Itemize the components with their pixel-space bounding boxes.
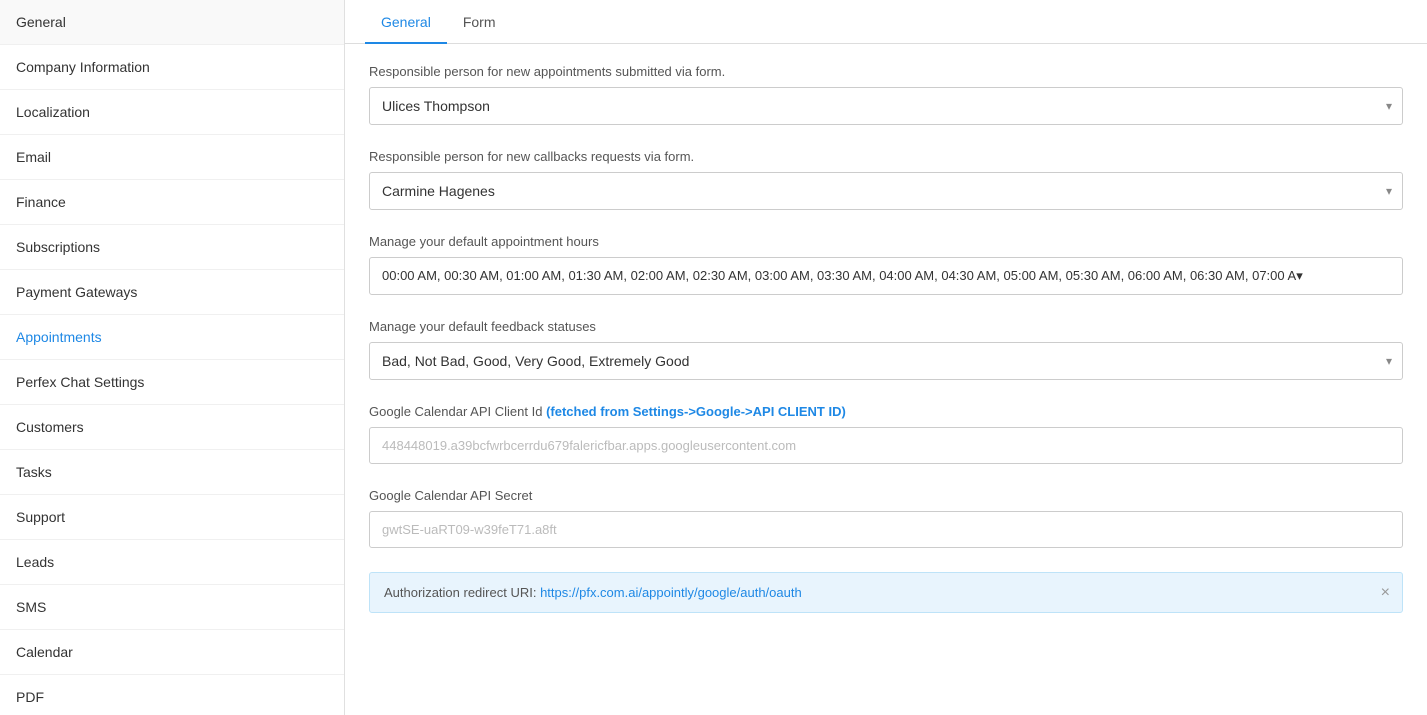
content-area: Responsible person for new appointments …: [345, 44, 1427, 633]
feedback-statuses-select[interactable]: Bad, Not Bad, Good, Very Good, Extremely…: [370, 343, 1402, 379]
sidebar-item-support[interactable]: Support: [0, 495, 344, 540]
google-secret-group: Google Calendar API Secret: [369, 488, 1403, 548]
callbacks-responsible-select[interactable]: Carmine Hagenes: [370, 173, 1402, 209]
sidebar-item-finance[interactable]: Finance: [0, 180, 344, 225]
feedback-statuses-group: Manage your default feedback statuses Ba…: [369, 319, 1403, 380]
sidebar-item-email[interactable]: Email: [0, 135, 344, 180]
main-content: GeneralForm Responsible person for new a…: [345, 0, 1427, 715]
sidebar-item-company-information[interactable]: Company Information: [0, 45, 344, 90]
appointments-responsible-select-wrapper[interactable]: Ulices Thompson ▾: [369, 87, 1403, 125]
appointments-responsible-label: Responsible person for new appointments …: [369, 64, 1403, 79]
callbacks-responsible-select-wrapper[interactable]: Carmine Hagenes ▾: [369, 172, 1403, 210]
appointment-hours-value: 00:00 AM, 00:30 AM, 01:00 AM, 01:30 AM, …: [382, 268, 1303, 283]
sidebar-item-localization[interactable]: Localization: [0, 90, 344, 135]
appointment-hours-label: Manage your default appointment hours: [369, 234, 1403, 249]
tabs-bar: GeneralForm: [345, 0, 1427, 44]
sidebar-item-payment-gateways[interactable]: Payment Gateways: [0, 270, 344, 315]
auth-redirect-label: Authorization redirect URI:: [384, 585, 540, 600]
sidebar-item-calendar[interactable]: Calendar: [0, 630, 344, 675]
sidebar-item-subscriptions[interactable]: Subscriptions: [0, 225, 344, 270]
google-client-id-input[interactable]: [369, 427, 1403, 464]
google-client-id-group: Google Calendar API Client Id (fetched f…: [369, 404, 1403, 464]
appointment-hours-multiselect[interactable]: 00:00 AM, 00:30 AM, 01:00 AM, 01:30 AM, …: [369, 257, 1403, 295]
google-secret-input[interactable]: [369, 511, 1403, 548]
appointments-responsible-select[interactable]: Ulices Thompson: [370, 88, 1402, 124]
google-client-id-label-prefix: Google Calendar API Client Id: [369, 404, 546, 419]
feedback-statuses-select-wrapper[interactable]: Bad, Not Bad, Good, Very Good, Extremely…: [369, 342, 1403, 380]
callbacks-responsible-group: Responsible person for new callbacks req…: [369, 149, 1403, 210]
sidebar-item-customers[interactable]: Customers: [0, 405, 344, 450]
sidebar-item-leads[interactable]: Leads: [0, 540, 344, 585]
google-secret-label: Google Calendar API Secret: [369, 488, 1403, 503]
google-client-id-label-bold: (fetched from Settings->Google->API CLIE…: [546, 404, 846, 419]
appointment-hours-group: Manage your default appointment hours 00…: [369, 234, 1403, 295]
sidebar-item-sms[interactable]: SMS: [0, 585, 344, 630]
sidebar: GeneralCompany InformationLocalizationEm…: [0, 0, 345, 715]
google-client-id-label: Google Calendar API Client Id (fetched f…: [369, 404, 1403, 419]
sidebar-item-appointments[interactable]: Appointments: [0, 315, 344, 360]
sidebar-item-general[interactable]: General: [0, 0, 344, 45]
auth-redirect-box: Authorization redirect URI: https://pfx.…: [369, 572, 1403, 613]
tab-form[interactable]: Form: [447, 0, 512, 44]
sidebar-item-tasks[interactable]: Tasks: [0, 450, 344, 495]
tab-general[interactable]: General: [365, 0, 447, 44]
auth-redirect-url[interactable]: https://pfx.com.ai/appointly/google/auth…: [540, 585, 802, 600]
sidebar-item-perfex-chat-settings[interactable]: Perfex Chat Settings: [0, 360, 344, 405]
callbacks-responsible-label: Responsible person for new callbacks req…: [369, 149, 1403, 164]
feedback-statuses-label: Manage your default feedback statuses: [369, 319, 1403, 334]
auth-redirect-close[interactable]: ×: [1381, 584, 1390, 602]
sidebar-item-pdf[interactable]: PDF: [0, 675, 344, 715]
appointments-responsible-group: Responsible person for new appointments …: [369, 64, 1403, 125]
